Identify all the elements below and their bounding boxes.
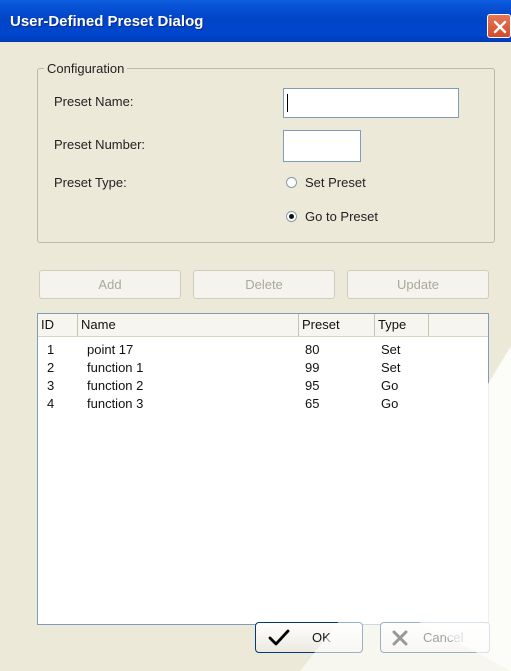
row-type: Set [381, 360, 401, 375]
preset-name-input[interactable] [283, 88, 459, 118]
ok-label: OK [312, 630, 331, 645]
close-icon [493, 20, 507, 34]
row-name: point 17 [87, 342, 134, 357]
add-button[interactable]: Add [39, 270, 181, 299]
go-to-preset-option[interactable]: Go to Preset [286, 209, 378, 224]
table-row[interactable]: 1 point 17 80 Set [38, 342, 488, 358]
dialog-title: User-Defined Preset Dialog [10, 13, 204, 30]
preset-number-input[interactable] [283, 130, 361, 162]
ok-button[interactable]: OK [255, 622, 363, 653]
table-row[interactable]: 4 function 3 65 Go [38, 396, 488, 412]
row-type: Go [381, 378, 399, 393]
update-button[interactable]: Update [347, 270, 489, 299]
row-name: function 3 [87, 396, 144, 411]
row-id: 2 [47, 360, 55, 375]
set-preset-option[interactable]: Set Preset [286, 175, 366, 190]
row-id: 1 [47, 342, 55, 357]
row-preset: 80 [305, 342, 320, 357]
row-preset: 99 [305, 360, 320, 375]
x-icon [392, 630, 408, 645]
row-id: 3 [47, 378, 55, 393]
cancel-label: Cancel [423, 630, 464, 645]
set-preset-label: Set Preset [305, 175, 366, 190]
set-preset-radio[interactable] [286, 177, 297, 188]
close-button[interactable] [487, 14, 511, 38]
row-name: function 1 [87, 360, 144, 375]
preset-type-label: Preset Type: [54, 175, 127, 190]
row-type: Go [381, 396, 399, 411]
list-header: ID Name Preset Type [38, 314, 488, 337]
go-to-preset-radio[interactable] [286, 211, 297, 222]
row-preset: 65 [305, 396, 320, 411]
column-header-name[interactable]: Name [78, 314, 299, 336]
cancel-button[interactable]: Cancel [380, 622, 490, 653]
go-to-preset-label: Go to Preset [305, 209, 378, 224]
row-name: function 2 [87, 378, 144, 393]
column-header-id[interactable]: ID [38, 314, 78, 336]
preset-dialog: User-Defined Preset Dialog Configuration… [0, 0, 511, 671]
column-header-preset[interactable]: Preset [299, 314, 375, 336]
preset-name-label: Preset Name: [54, 94, 134, 109]
table-row[interactable]: 3 function 2 95 Go [38, 378, 488, 394]
delete-button[interactable]: Delete [193, 270, 335, 299]
title-bar[interactable]: User-Defined Preset Dialog [0, 0, 511, 42]
preset-number-label: Preset Number: [54, 137, 146, 152]
preset-list[interactable]: ID Name Preset Type 1 point 17 80 Set 2 … [37, 313, 489, 625]
text-caret [287, 94, 288, 112]
table-row[interactable]: 2 function 1 99 Set [38, 360, 488, 376]
row-preset: 95 [305, 378, 320, 393]
column-header-type[interactable]: Type [375, 314, 429, 336]
row-id: 4 [47, 396, 55, 411]
configuration-legend: Configuration [44, 61, 128, 76]
checkmark-icon [268, 629, 290, 645]
row-type: Set [381, 342, 401, 357]
